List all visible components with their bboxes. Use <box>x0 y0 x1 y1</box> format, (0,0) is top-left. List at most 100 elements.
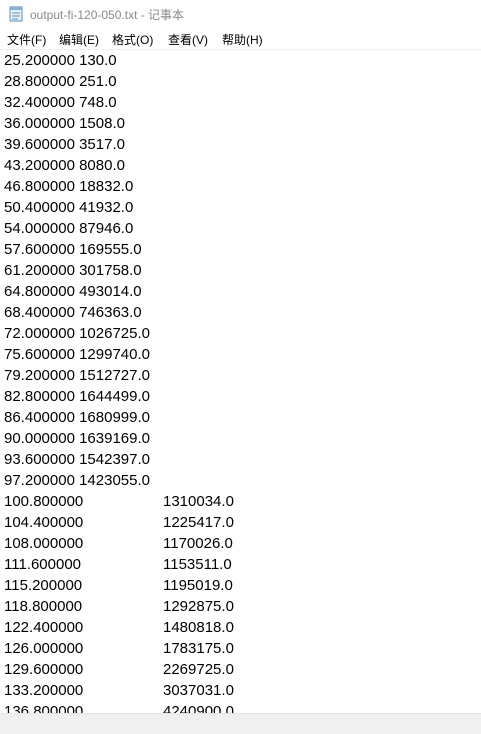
text-line: 43.200000 8080.0 <box>4 155 125 176</box>
text-line: 36.000000 1508.0 <box>4 113 125 134</box>
text-line: 72.000000 1026725.0 <box>4 323 150 344</box>
line-x-value: 118.800000 <box>4 598 83 615</box>
text-line: 111.600000 1153511.0 <box>4 554 232 575</box>
line-x-value: 90.000000 <box>4 430 75 447</box>
line-y-value: 1542397.0 <box>79 451 150 468</box>
horizontal-scrollbar[interactable] <box>0 713 481 734</box>
line-x-value: 43.200000 <box>4 157 75 174</box>
text-line: 108.000000 1170026.0 <box>4 533 233 554</box>
text-line: 90.000000 1639169.0 <box>4 428 150 449</box>
text-line: 115.200000 1195019.0 <box>4 575 233 596</box>
line-x-value: 64.800000 <box>4 283 75 300</box>
line-x-value: 75.600000 <box>4 346 75 363</box>
line-x-value: 39.600000 <box>4 136 75 153</box>
menu-help[interactable]: 帮助(H) <box>222 31 263 48</box>
line-y-value: 748.0 <box>79 94 117 111</box>
line-y-value: 4240900.0 <box>163 703 234 713</box>
text-line: 39.600000 3517.0 <box>4 134 125 155</box>
line-x-value: 129.600000 <box>4 661 84 678</box>
text-line: 118.800000 1292875.0 <box>4 596 234 617</box>
line-x-value: 36.000000 <box>4 115 75 132</box>
line-x-value: 61.200000 <box>4 262 75 279</box>
text-line: 93.600000 1542397.0 <box>4 449 150 470</box>
text-line: 86.400000 1680999.0 <box>4 407 150 428</box>
text-line: 129.600000 2269725.0 <box>4 659 234 680</box>
text-line: 126.000000 1783175.0 <box>4 638 234 659</box>
line-x-value: 57.600000 <box>4 241 75 258</box>
line-x-value: 122.400000 <box>4 619 84 636</box>
text-line: 82.800000 1644499.0 <box>4 386 150 407</box>
text-line: 122.400000 1480818.0 <box>4 617 234 638</box>
line-y-value: 1639169.0 <box>79 430 150 447</box>
line-x-value: 82.800000 <box>4 388 75 405</box>
line-y-value: 1195019.0 <box>163 577 233 594</box>
text-line: 136.800000 4240900.0 <box>4 701 234 713</box>
text-line: 64.800000 493014.0 <box>4 281 142 302</box>
line-y-value: 87946.0 <box>79 220 134 237</box>
line-y-value: 3037031.0 <box>163 682 234 699</box>
text-line: 75.600000 1299740.0 <box>4 344 150 365</box>
line-y-value: 301758.0 <box>79 262 142 279</box>
line-y-value: 41932.0 <box>79 199 134 216</box>
line-x-value: 54.000000 <box>4 220 75 237</box>
text-editor-area[interactable]: 25.200000 130.0 28.800000 251.0 32.400000 … <box>0 50 481 713</box>
line-y-value: 3517.0 <box>79 136 125 153</box>
line-x-value: 32.400000 <box>4 94 75 111</box>
line-y-value: 1170026.0 <box>163 535 233 552</box>
menu-edit[interactable]: 编辑(E) <box>59 31 99 48</box>
line-x-value: 126.000000 <box>4 640 84 657</box>
line-x-value: 136.800000 <box>4 703 84 713</box>
line-y-value: 130.0 <box>79 52 117 69</box>
text-line: 68.400000 746363.0 <box>4 302 142 323</box>
text-line: 61.200000 301758.0 <box>4 260 142 281</box>
menu-view[interactable]: 查看(V) <box>168 31 208 48</box>
line-y-value: 2269725.0 <box>163 661 234 678</box>
line-y-value: 1680999.0 <box>79 409 150 426</box>
menu-format[interactable]: 格式(O) <box>112 31 153 48</box>
line-y-value: 1423055.0 <box>79 472 150 489</box>
text-line: 50.400000 41932.0 <box>4 197 133 218</box>
line-x-value: 93.600000 <box>4 451 75 468</box>
line-y-value: 251.0 <box>79 73 117 90</box>
line-x-value: 133.200000 <box>4 682 84 699</box>
line-x-value: 25.200000 <box>4 52 75 69</box>
text-line: 46.800000 18832.0 <box>4 176 133 197</box>
line-y-value: 1783175.0 <box>163 640 234 657</box>
text-line: 79.200000 1512727.0 <box>4 365 150 386</box>
line-x-value: 79.200000 <box>4 367 75 384</box>
text-line: 54.000000 87946.0 <box>4 218 133 239</box>
line-y-value: 169555.0 <box>79 241 142 258</box>
text-line: 133.200000 3037031.0 <box>4 680 234 701</box>
line-y-value: 1153511.0 <box>163 556 232 573</box>
line-y-value: 1644499.0 <box>79 388 150 405</box>
line-y-value: 746363.0 <box>79 304 142 321</box>
menu-bar: 文件(F) 编辑(E) 格式(O) 查看(V) 帮助(H) <box>0 28 481 50</box>
line-x-value: 111.600000 <box>4 556 82 573</box>
notepad-icon <box>9 6 23 22</box>
line-x-value: 86.400000 <box>4 409 75 426</box>
line-y-value: 1508.0 <box>79 115 125 132</box>
line-y-value: 1026725.0 <box>79 325 150 342</box>
line-y-value: 8080.0 <box>79 157 125 174</box>
line-x-value: 46.800000 <box>4 178 75 195</box>
text-line: 28.800000 251.0 <box>4 71 117 92</box>
window-title: output-fi-120-050.txt - 记事本 <box>30 8 185 22</box>
line-x-value: 100.800000 <box>4 493 84 510</box>
line-x-value: 115.200000 <box>4 577 83 594</box>
line-x-value: 104.400000 <box>4 514 84 531</box>
line-x-value: 68.400000 <box>4 304 75 321</box>
line-y-value: 1292875.0 <box>163 598 234 615</box>
line-y-value: 1310034.0 <box>163 493 234 510</box>
line-x-value: 108.000000 <box>4 535 84 552</box>
text-line: 25.200000 130.0 <box>4 50 117 71</box>
line-y-value: 1225417.0 <box>163 514 234 531</box>
text-line: 100.800000 1310034.0 <box>4 491 234 512</box>
menu-file[interactable]: 文件(F) <box>7 31 46 48</box>
line-x-value: 28.800000 <box>4 73 75 90</box>
line-y-value: 493014.0 <box>79 283 142 300</box>
line-x-value: 50.400000 <box>4 199 75 216</box>
line-x-value: 97.200000 <box>4 472 75 489</box>
line-y-value: 1299740.0 <box>79 346 150 363</box>
title-bar: output-fi-120-050.txt - 记事本 <box>0 0 481 28</box>
line-y-value: 18832.0 <box>79 178 134 195</box>
